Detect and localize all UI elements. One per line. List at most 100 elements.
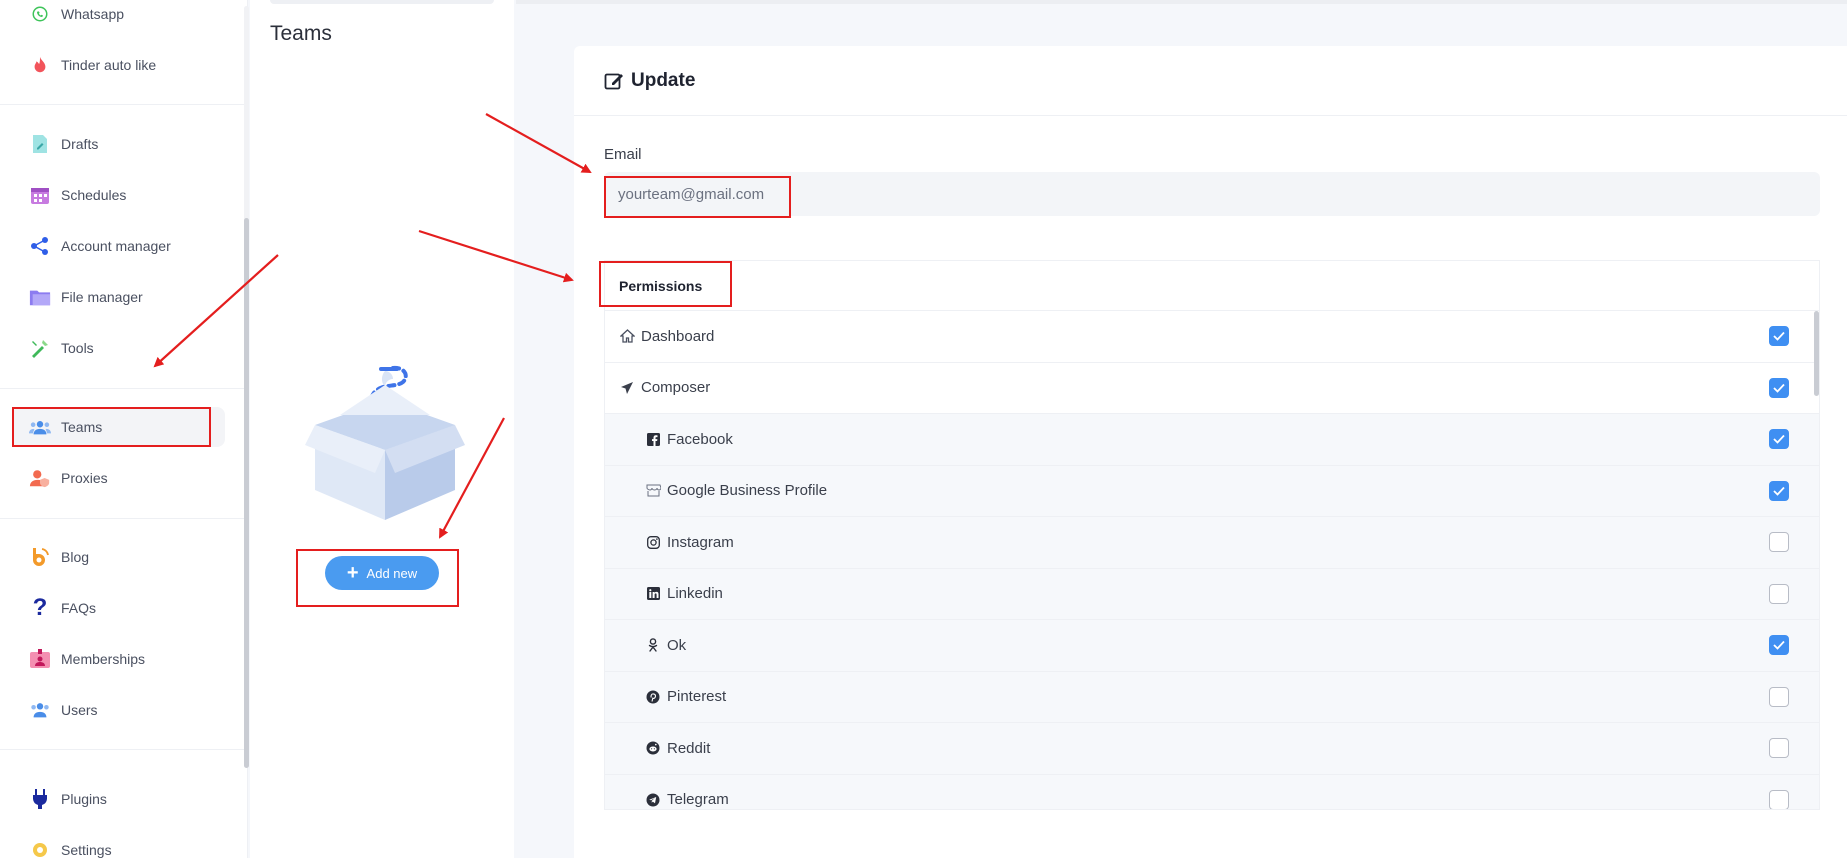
email-field[interactable] [604, 172, 1820, 216]
sidebar: Whatsapp Tinder auto like Drafts Schedul… [0, 0, 249, 858]
permission-row-composer: Composer [605, 363, 1819, 414]
permission-label: Telegram [667, 791, 729, 809]
permission-label: Composer [641, 379, 711, 397]
whatsapp-icon [29, 3, 51, 25]
sidebar-item-label: Tinder auto like [61, 57, 157, 73]
sidebar-divider [0, 388, 244, 389]
sidebar-item-label: Tools [61, 340, 94, 356]
sidebar-item-label: Plugins [61, 791, 107, 807]
sidebar-item-label: Schedules [61, 187, 127, 203]
sidebar-item-proxies[interactable]: Proxies [12, 458, 225, 498]
folder-icon [29, 286, 51, 308]
settings-gear-icon [29, 839, 51, 858]
plug-icon [29, 788, 51, 810]
instagram-checkbox[interactable] [1769, 532, 1789, 553]
permission-label: Linkedin [667, 585, 723, 603]
sidebar-item-label: Blog [61, 549, 90, 565]
sidebar-item-label: FAQs [61, 600, 97, 616]
linkedin-icon [645, 586, 661, 602]
tinder-icon [29, 54, 51, 76]
permission-label: Instagram [667, 533, 734, 551]
sidebar-item-label: Settings [61, 842, 112, 858]
add-new-button[interactable]: + Add new [325, 556, 439, 590]
permission-row-linkedin: Linkedin [605, 568, 1819, 620]
tools-icon [29, 337, 51, 359]
permission-row-instagram: Instagram [605, 517, 1819, 569]
sidebar-item-file-manager[interactable]: File manager [12, 277, 225, 317]
sidebar-item-drafts[interactable]: Drafts [12, 124, 225, 164]
sidebar-item-label: File manager [61, 289, 143, 305]
permission-row-reddit: Reddit [605, 723, 1819, 775]
permission-label: Facebook [667, 430, 733, 448]
users-icon [29, 699, 51, 721]
empty-box-illustration [305, 365, 465, 520]
sidebar-item-teams[interactable]: Teams [12, 407, 225, 447]
ok-checkbox[interactable] [1769, 635, 1789, 656]
add-new-label: Add new [366, 565, 418, 581]
home-icon [619, 328, 635, 344]
card-title: Update [631, 69, 696, 91]
team-icon [29, 416, 51, 438]
sidebar-item-tinder[interactable]: Tinder auto like [12, 45, 225, 85]
permission-label: Reddit [667, 739, 711, 757]
permission-row-facebook: Facebook [605, 414, 1819, 466]
paper-plane-icon [619, 380, 635, 396]
proxy-user-icon [29, 467, 51, 489]
sidebar-scrollbar[interactable] [244, 218, 249, 768]
permission-row-pinterest: Pinterest [605, 671, 1819, 723]
teams-topbar [270, 0, 494, 4]
sidebar-item-whatsapp[interactable]: Whatsapp [12, 0, 225, 34]
pinterest-checkbox[interactable] [1769, 686, 1789, 707]
sidebar-item-label: Proxies [61, 470, 108, 486]
dashboard-checkbox[interactable] [1769, 326, 1789, 347]
odnoklassniki-icon [645, 637, 661, 653]
facebook-checkbox[interactable] [1769, 429, 1789, 450]
permission-label: Dashboard [641, 327, 715, 345]
main-topbar [516, 0, 1847, 4]
permission-label: Ok [667, 636, 687, 654]
sidebar-item-plugins[interactable]: Plugins [12, 779, 225, 819]
plus-icon: + [346, 562, 359, 584]
sidebar-item-faqs[interactable]: ? FAQs [12, 588, 225, 628]
email-label: Email [604, 146, 642, 163]
teams-panel: Teams + Add new [250, 0, 514, 858]
sidebar-item-label: Whatsapp [61, 6, 125, 22]
telegram-checkbox[interactable] [1769, 789, 1789, 809]
permission-row-ok: Ok [605, 620, 1819, 672]
question-icon: ? [32, 594, 48, 621]
edit-icon [604, 71, 624, 91]
composer-checkbox[interactable] [1769, 377, 1789, 398]
pinterest-icon [645, 689, 661, 705]
permission-label: Pinterest [667, 688, 727, 706]
permissions-table: Permissions Dashboard Composer Facebook [604, 260, 1820, 810]
linkedin-checkbox[interactable] [1769, 583, 1789, 604]
reddit-checkbox[interactable] [1769, 738, 1789, 759]
share-nodes-icon [29, 235, 51, 257]
page-title: Teams [270, 22, 332, 45]
telegram-icon [645, 792, 661, 808]
sidebar-item-memberships[interactable]: Memberships [12, 639, 225, 679]
facebook-icon [645, 431, 661, 447]
sidebar-item-account-manager[interactable]: Account manager [12, 226, 225, 266]
store-icon [645, 483, 661, 499]
blog-icon [29, 546, 51, 568]
sidebar-item-tools[interactable]: Tools [12, 328, 225, 368]
sidebar-item-label: Memberships [61, 651, 146, 667]
sidebar-item-label: Drafts [61, 136, 99, 152]
instagram-icon [645, 534, 661, 550]
sidebar-item-settings[interactable]: Settings [12, 830, 225, 858]
permissions-scrollbar[interactable] [1814, 311, 1819, 396]
card-header: Update [574, 46, 1847, 116]
sidebar-divider [0, 518, 244, 519]
sidebar-item-label: Users [61, 702, 98, 718]
permission-label: Google Business Profile [667, 482, 828, 500]
permission-row-google-business-profile: Google Business Profile [605, 465, 1819, 517]
sidebar-item-users[interactable]: Users [12, 690, 225, 730]
sidebar-item-label: Teams [61, 419, 103, 435]
membership-badge-icon [29, 648, 51, 670]
google-business-profile-checkbox[interactable] [1769, 480, 1789, 501]
sidebar-item-schedules[interactable]: Schedules [12, 175, 225, 215]
sidebar-divider [0, 749, 244, 750]
sidebar-item-blog[interactable]: Blog [12, 537, 225, 577]
permissions-header: Permissions [605, 261, 1819, 311]
